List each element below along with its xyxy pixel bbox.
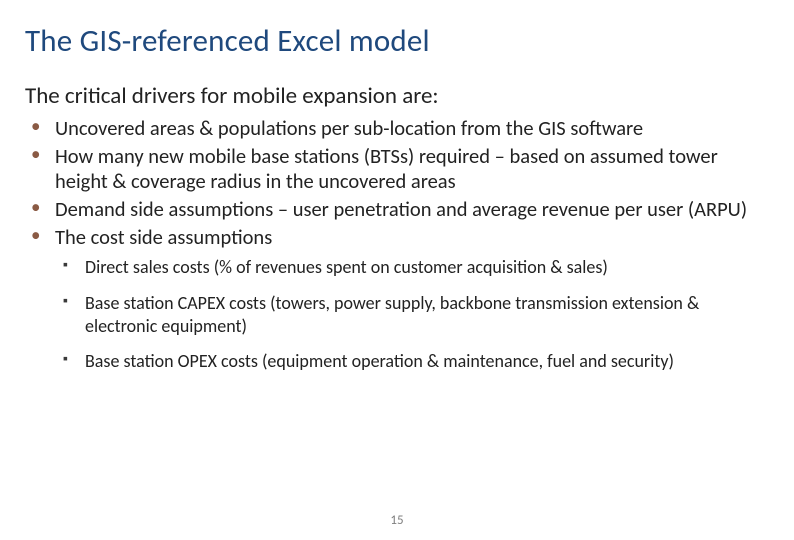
slide-subtitle: The critical drivers for mobile expansio… (25, 82, 769, 110)
slide: The GIS-referenced Excel model The criti… (0, 0, 794, 540)
bullet-item: How many new mobile base stations (BTSs)… (25, 144, 769, 195)
bullet-item: The cost side assumptions (25, 225, 769, 251)
bullet-list: Uncovered areas & populations per sub-lo… (25, 116, 769, 250)
sub-bullet-item: Base station OPEX costs (equipment opera… (55, 350, 769, 373)
bullet-item: Uncovered areas & populations per sub-lo… (25, 116, 769, 142)
sub-bullet-item: Direct sales costs (% of revenues spent … (55, 256, 769, 279)
page-number: 15 (0, 513, 794, 528)
sub-bullet-item: Base station CAPEX costs (towers, power … (55, 292, 769, 339)
bullet-item: Demand side assumptions – user penetrati… (25, 197, 769, 223)
slide-title: The GIS-referenced Excel model (25, 22, 769, 60)
sub-bullet-list: Direct sales costs (% of revenues spent … (55, 256, 769, 374)
